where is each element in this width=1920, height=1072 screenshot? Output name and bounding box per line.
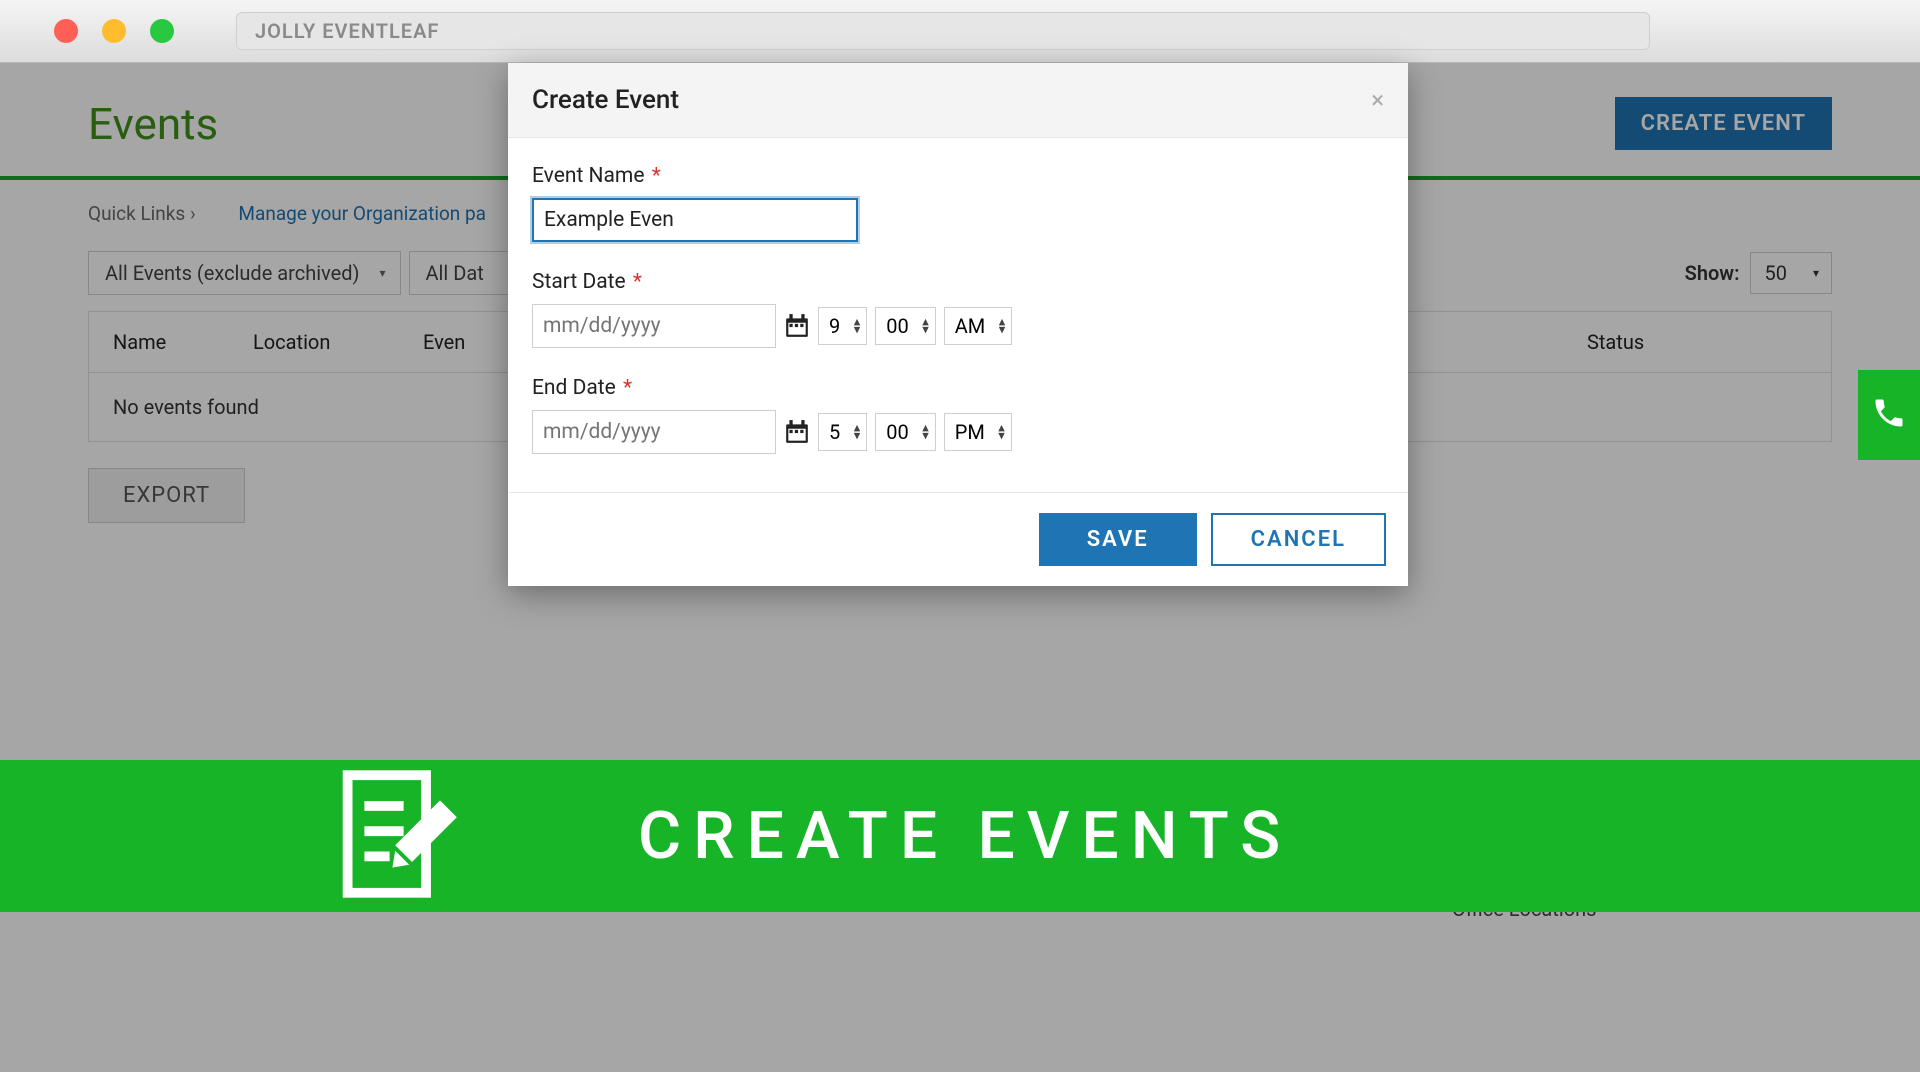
phone-icon bbox=[1871, 395, 1907, 435]
stepper-arrows-icon: ▴▾ bbox=[922, 425, 929, 440]
calendar-icon[interactable] bbox=[784, 313, 810, 339]
stepper-arrows-icon: ▴▾ bbox=[999, 319, 1006, 334]
end-hour-stepper[interactable]: 5▴▾ bbox=[818, 413, 867, 451]
end-date-input[interactable] bbox=[532, 410, 776, 454]
required-asterisk: * bbox=[628, 270, 642, 294]
start-date-input[interactable] bbox=[532, 304, 776, 348]
promo-banner: CREATE EVENTS bbox=[0, 760, 1920, 912]
save-button[interactable]: SAVE bbox=[1039, 513, 1197, 566]
stepper-arrows-icon: ▴▾ bbox=[854, 425, 861, 440]
maximize-window-icon[interactable] bbox=[150, 19, 174, 43]
start-ampm-stepper[interactable]: AM▴▾ bbox=[944, 307, 1013, 345]
traffic-lights bbox=[20, 19, 174, 43]
end-ampm-stepper[interactable]: PM▴▾ bbox=[944, 413, 1012, 451]
end-min-stepper[interactable]: 00▴▾ bbox=[875, 413, 935, 451]
calendar-icon[interactable] bbox=[784, 419, 810, 445]
event-name-label: Event Name * bbox=[532, 164, 1384, 188]
stepper-arrows-icon: ▴▾ bbox=[922, 319, 929, 334]
start-date-label: Start Date * bbox=[532, 270, 1384, 294]
stepper-arrows-icon: ▴▾ bbox=[854, 319, 861, 334]
event-name-input[interactable] bbox=[532, 198, 858, 242]
contact-phone-tab[interactable] bbox=[1858, 370, 1920, 460]
required-asterisk: * bbox=[646, 164, 660, 188]
stepper-arrows-icon: ▴▾ bbox=[998, 425, 1005, 440]
required-asterisk: * bbox=[618, 376, 632, 400]
close-icon[interactable]: × bbox=[1371, 86, 1384, 114]
end-date-label: End Date * bbox=[532, 376, 1384, 400]
document-edit-icon bbox=[328, 764, 468, 908]
close-window-icon[interactable] bbox=[54, 19, 78, 43]
modal-title: Create Event bbox=[532, 85, 679, 115]
address-bar[interactable]: JOLLY EVENTLEAF bbox=[236, 12, 1650, 50]
minimize-window-icon[interactable] bbox=[102, 19, 126, 43]
window-titlebar: JOLLY EVENTLEAF bbox=[0, 0, 1920, 63]
promo-banner-text: CREATE EVENTS bbox=[638, 798, 1292, 875]
create-event-modal: Create Event × Event Name * Start Date *… bbox=[508, 63, 1408, 586]
start-min-stepper[interactable]: 00▴▾ bbox=[875, 307, 935, 345]
start-hour-stepper[interactable]: 9▴▾ bbox=[818, 307, 867, 345]
cancel-button[interactable]: CANCEL bbox=[1211, 513, 1386, 566]
address-bar-text: JOLLY EVENTLEAF bbox=[255, 19, 439, 43]
